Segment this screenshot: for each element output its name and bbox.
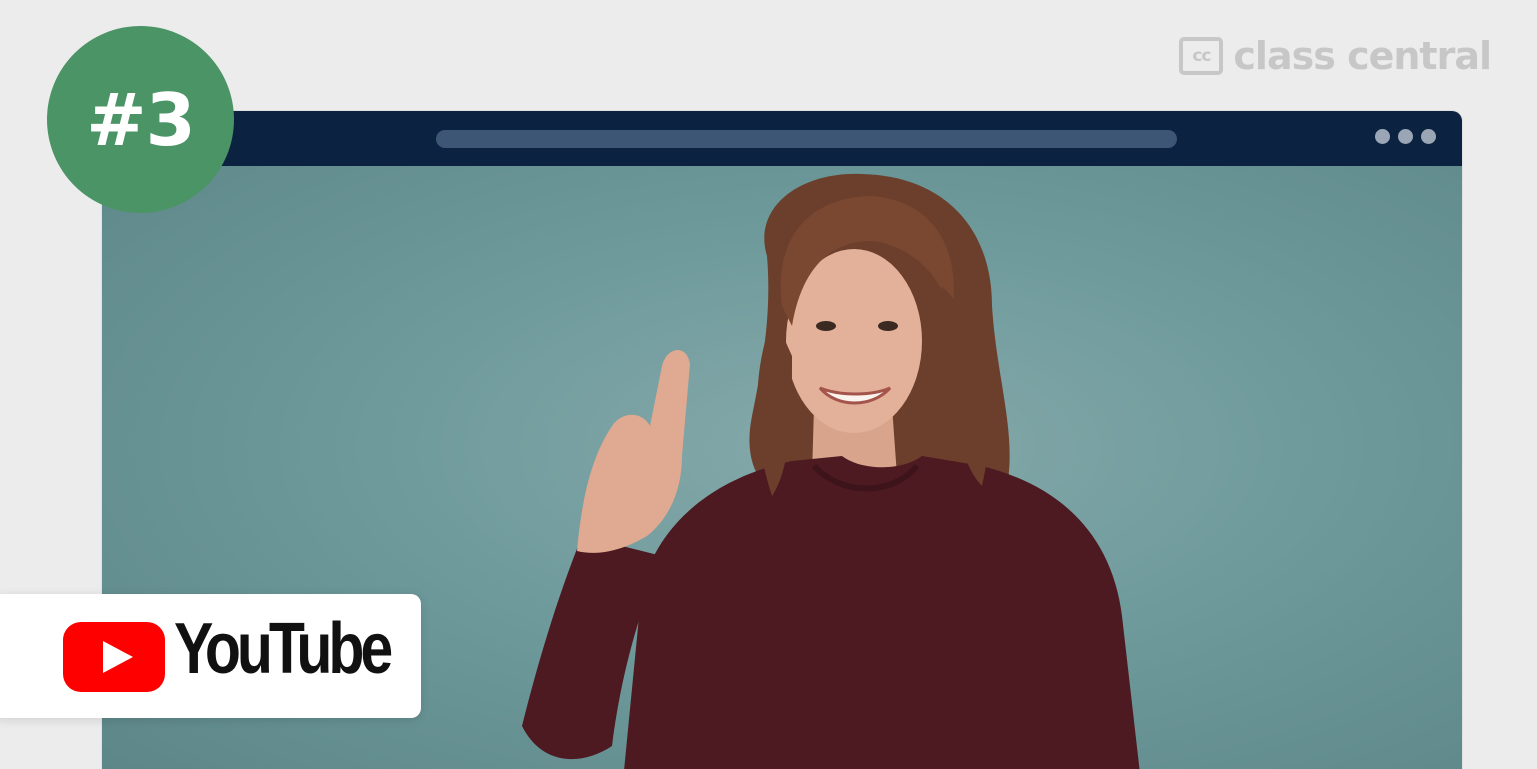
cc-logo-icon: cc bbox=[1179, 37, 1224, 75]
platform-card: YouTube bbox=[0, 594, 421, 718]
youtube-play-icon bbox=[63, 622, 165, 692]
browser-titlebar bbox=[102, 111, 1462, 166]
rank-badge: #3 bbox=[47, 26, 234, 213]
logo-wordmark: class central bbox=[1233, 34, 1492, 78]
window-menu-dots-icon[interactable] bbox=[1375, 129, 1436, 144]
dot bbox=[1375, 129, 1390, 144]
dot bbox=[1421, 129, 1436, 144]
class-central-logo: cc class central bbox=[1179, 34, 1492, 78]
dot bbox=[1398, 129, 1413, 144]
thumbnail-canvas: #3 cc class central YouTube bbox=[0, 0, 1537, 769]
address-bar[interactable] bbox=[436, 130, 1177, 148]
platform-name: YouTube bbox=[174, 609, 393, 689]
